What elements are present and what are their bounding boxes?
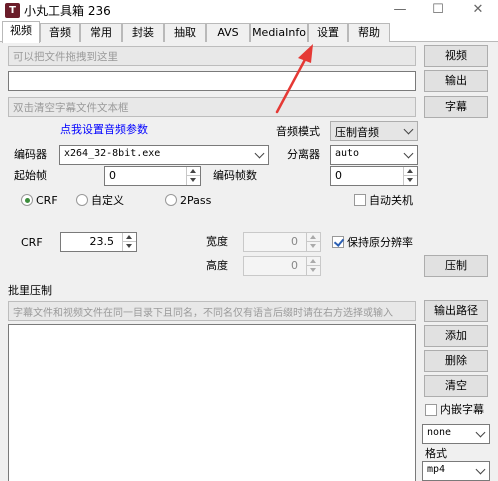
- width-stepper[interactable]: 0: [243, 232, 321, 252]
- tab-avs[interactable]: AVS: [206, 23, 250, 42]
- video-button[interactable]: 视频: [424, 45, 488, 67]
- crf-stepper[interactable]: 23.5: [60, 232, 137, 252]
- encoder-label: 编码器: [14, 148, 47, 161]
- spin-down-icon[interactable]: [307, 266, 320, 275]
- custom-radio[interactable]: [76, 194, 88, 206]
- tab-mediainfo[interactable]: MediaInfo: [250, 23, 308, 42]
- crf-radio-label: CRF: [36, 194, 58, 207]
- crf-radio[interactable]: [21, 194, 33, 206]
- auto-shutdown-label: 自动关机: [369, 194, 413, 207]
- keep-resolution-checkbox[interactable]: [332, 236, 344, 248]
- audio-mode-label: 音频模式: [276, 125, 320, 138]
- audio-mode-select[interactable]: 压制音频: [330, 121, 418, 141]
- maximize-icon[interactable]: ☐: [422, 0, 454, 22]
- tab-extract[interactable]: 抽取: [164, 23, 206, 42]
- output-button[interactable]: 输出: [424, 70, 488, 92]
- 2pass-radio-label: 2Pass: [180, 194, 212, 207]
- height-stepper[interactable]: 0: [243, 256, 321, 276]
- keep-resolution-label: 保持原分辨率: [347, 236, 413, 249]
- spin-up-icon[interactable]: [187, 167, 200, 176]
- chevron-down-icon: [254, 148, 265, 159]
- tab-video[interactable]: 视频: [2, 21, 40, 43]
- width-value: 0: [291, 235, 298, 248]
- chevron-down-icon: [475, 464, 486, 475]
- height-label: 高度: [206, 259, 228, 272]
- batch-hint-input[interactable]: 字幕文件和视频文件在同一目录下且同名，不同名仅有语言后缀时请在右方选择或输入: [8, 301, 416, 321]
- minimize-icon[interactable]: —: [384, 0, 416, 22]
- batch-hint-text: 字幕文件和视频文件在同一目录下且同名，不同名仅有语言后缀时请在右方选择或输入: [13, 308, 393, 319]
- splitter-label: 分离器: [287, 148, 320, 161]
- subtitle-button[interactable]: 字幕: [424, 96, 488, 118]
- video-file-input[interactable]: 可以把文件拖拽到这里: [8, 46, 416, 66]
- spin-down-icon[interactable]: [307, 242, 320, 251]
- add-button[interactable]: 添加: [424, 325, 488, 347]
- spin-up-icon[interactable]: [404, 167, 417, 176]
- splitter-select[interactable]: auto: [330, 145, 418, 165]
- clear-button[interactable]: 清空: [424, 375, 488, 397]
- start-frame-label: 起始帧: [14, 169, 47, 182]
- app-icon: T: [5, 3, 20, 18]
- width-label: 宽度: [206, 235, 228, 248]
- encode-frames-label: 编码帧数: [213, 169, 257, 182]
- window-title: 小丸工具箱 236: [24, 4, 111, 18]
- custom-radio-label: 自定义: [91, 194, 124, 207]
- spin-up-icon[interactable]: [307, 257, 320, 266]
- subtitle-lang-value: none: [427, 427, 452, 438]
- chevron-down-icon: [475, 427, 486, 438]
- output-file-input[interactable]: [8, 71, 416, 91]
- output-path-button[interactable]: 输出路径: [424, 300, 488, 322]
- tab-help[interactable]: 帮助: [348, 23, 390, 42]
- format-select[interactable]: mp4: [422, 461, 490, 481]
- crf-label: CRF: [21, 236, 43, 249]
- chevron-down-icon: [403, 148, 414, 159]
- batch-section-title: 批里压制: [8, 284, 52, 297]
- tab-audio[interactable]: 音频: [40, 23, 80, 42]
- tab-common[interactable]: 常用: [80, 23, 122, 42]
- auto-shutdown-checkbox[interactable]: [354, 194, 366, 206]
- batch-file-list[interactable]: [8, 324, 416, 481]
- subtitle-file-placeholder: 双击清空字幕文件文本框: [13, 102, 129, 114]
- height-value: 0: [291, 259, 298, 272]
- encoder-select[interactable]: x264_32-8bit.exe: [59, 145, 269, 165]
- spin-down-icon[interactable]: [187, 176, 200, 185]
- subtitle-lang-select[interactable]: none: [422, 424, 490, 444]
- encoder-value: x264_32-8bit.exe: [64, 148, 161, 159]
- close-icon[interactable]: ✕: [462, 0, 494, 22]
- format-value: mp4: [427, 464, 446, 475]
- subtitle-file-input[interactable]: 双击清空字幕文件文本框: [8, 97, 416, 117]
- spin-up-icon[interactable]: [307, 233, 320, 242]
- audio-mode-value: 压制音频: [335, 126, 379, 139]
- title-bar: T 小丸工具箱 236 — ☐ ✕: [0, 0, 498, 22]
- video-file-placeholder: 可以把文件拖拽到这里: [13, 51, 118, 63]
- start-frame-value: 0: [109, 169, 116, 182]
- spin-down-icon[interactable]: [123, 242, 136, 251]
- spin-down-icon[interactable]: [404, 176, 417, 185]
- audio-settings-link[interactable]: 点我设置音频参数: [60, 123, 148, 137]
- 2pass-radio[interactable]: [165, 194, 177, 206]
- embed-subtitle-checkbox[interactable]: [425, 404, 437, 416]
- spin-up-icon[interactable]: [123, 233, 136, 242]
- embed-subtitle-label: 内嵌字幕: [440, 403, 484, 416]
- tab-mux[interactable]: 封装: [122, 23, 164, 42]
- crf-value: 23.5: [89, 235, 115, 248]
- tab-settings[interactable]: 设置: [308, 23, 348, 42]
- encode-frames-value: 0: [335, 169, 342, 182]
- start-frame-stepper[interactable]: 0: [104, 166, 201, 186]
- encode-frames-stepper[interactable]: 0: [330, 166, 418, 186]
- chevron-down-icon: [403, 124, 414, 135]
- format-label: 格式: [425, 447, 447, 460]
- encode-button[interactable]: 压制: [424, 255, 488, 277]
- splitter-value: auto: [335, 148, 360, 159]
- delete-button[interactable]: 删除: [424, 350, 488, 372]
